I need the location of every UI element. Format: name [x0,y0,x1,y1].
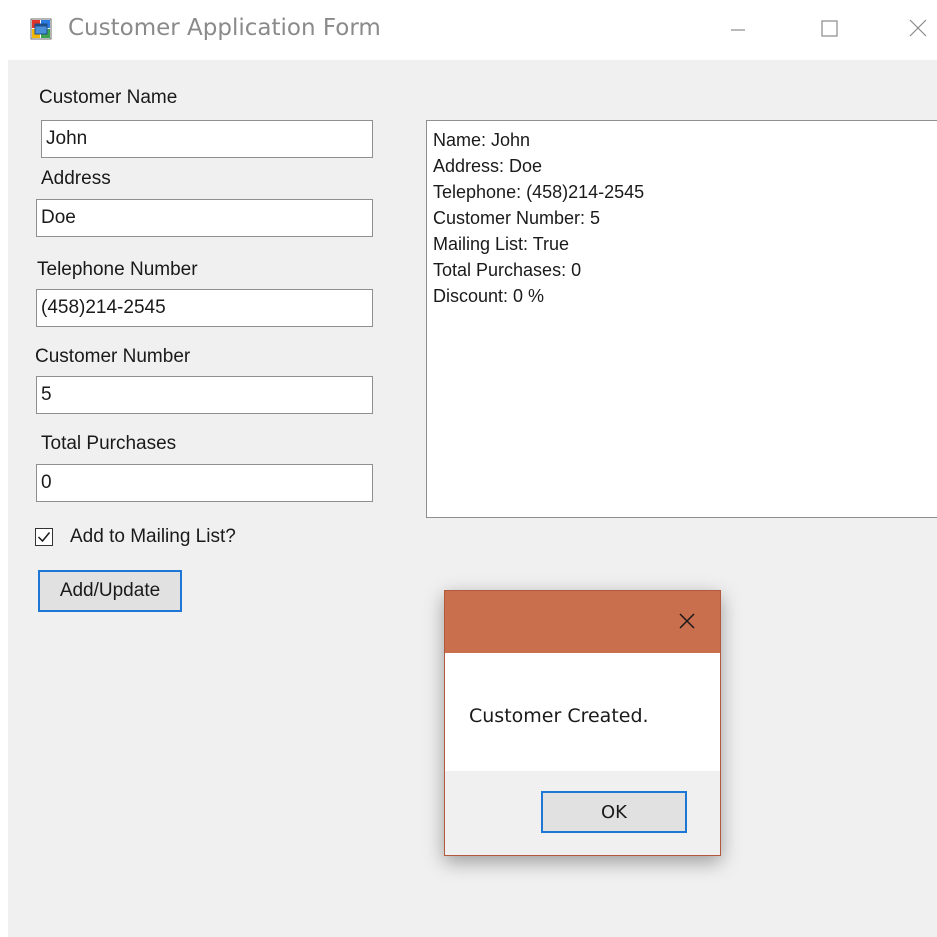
dialog-title-bar [445,591,720,653]
output-line: Discount: 0 % [433,286,545,306]
output-line: Telephone: (458)214-2545 [433,182,645,202]
title-bar: Customer Application Form [8,0,937,60]
close-icon[interactable] [671,605,703,637]
maximize-icon[interactable] [814,14,844,44]
ok-button[interactable]: OK [541,791,687,833]
address-label: Address [41,168,111,189]
customer-number-label: Customer Number [35,346,191,367]
telephone-label: Telephone Number [37,259,198,280]
customer-name-input[interactable] [41,120,373,158]
telephone-input[interactable] [36,289,373,327]
window-title: Customer Application Form [68,15,381,41]
windows-form-app-icon [30,18,52,40]
total-purchases-label: Total Purchases [41,433,177,454]
customer-number-input[interactable] [36,376,373,414]
close-icon[interactable] [903,14,933,44]
mailing-list-checkbox[interactable] [35,528,53,546]
dialog-message: Customer Created. [469,705,649,727]
dialog-button-bar: OK [445,771,720,855]
output-line: Address: Doe [433,156,543,176]
minimize-icon[interactable] [723,14,753,44]
message-dialog: Customer Created. OK [444,590,721,856]
checkmark-icon [37,532,51,543]
total-purchases-input[interactable] [36,464,373,502]
mailing-list-label[interactable]: Add to Mailing List? [70,526,236,548]
add-update-button[interactable]: Add/Update [38,570,182,612]
customer-output-box[interactable]: Name: John Address: Doe Telephone: (458)… [426,120,937,518]
customer-name-label: Customer Name [39,87,178,108]
main-window: Customer Application Form Customer Name … [8,0,937,937]
output-line: Name: John [433,130,531,150]
output-line: Mailing List: True [433,234,570,254]
output-line: Customer Number: 5 [433,208,601,228]
address-input[interactable] [36,199,373,237]
output-line: Total Purchases: 0 [433,260,582,280]
